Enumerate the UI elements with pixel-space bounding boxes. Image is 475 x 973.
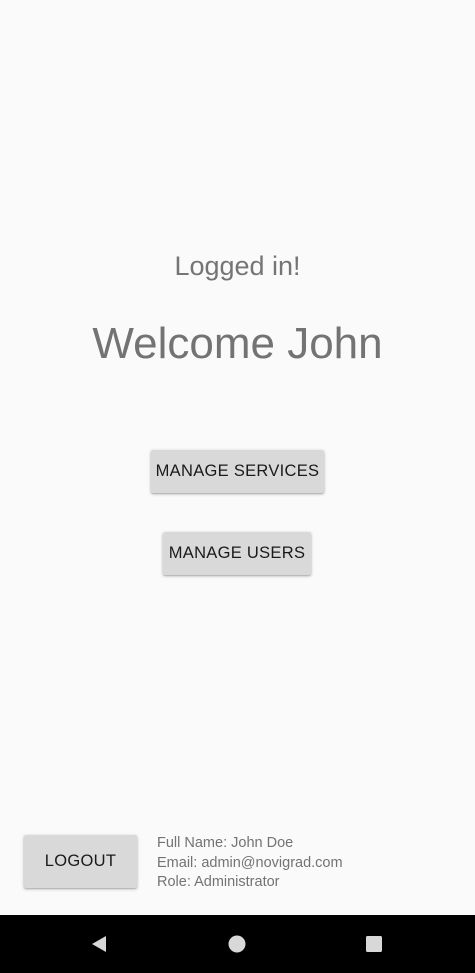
user-full-name: Full Name: John Doe — [157, 835, 294, 851]
manage-users-button[interactable]: MANAGE USERS — [163, 532, 311, 575]
nav-recents-button[interactable] — [344, 915, 404, 973]
manage-services-button[interactable]: MANAGE SERVICES — [151, 450, 324, 493]
user-info-panel: Full Name: John Doe Email: admin@novigra… — [157, 834, 343, 893]
system-navigation-bar — [0, 915, 475, 973]
manage-services-label: MANAGE SERVICES — [155, 462, 320, 480]
logout-label: LOGOUT — [44, 852, 117, 870]
app-screen: Logged in! Welcome John MANAGE SERVICES … — [0, 0, 475, 915]
logged-in-status: Logged in! — [174, 251, 301, 281]
nav-back-button[interactable] — [69, 915, 129, 973]
recents-icon — [366, 936, 382, 952]
logout-button[interactable]: LOGOUT — [24, 835, 137, 888]
nav-home-button[interactable] — [207, 915, 267, 973]
welcome-heading: Welcome John — [92, 319, 383, 368]
user-role: Role: Administrator — [157, 874, 280, 890]
user-email: Email: admin@novigrad.com — [157, 854, 343, 871]
back-icon — [92, 936, 106, 952]
home-icon — [228, 935, 246, 953]
manage-users-label: MANAGE USERS — [168, 544, 306, 562]
